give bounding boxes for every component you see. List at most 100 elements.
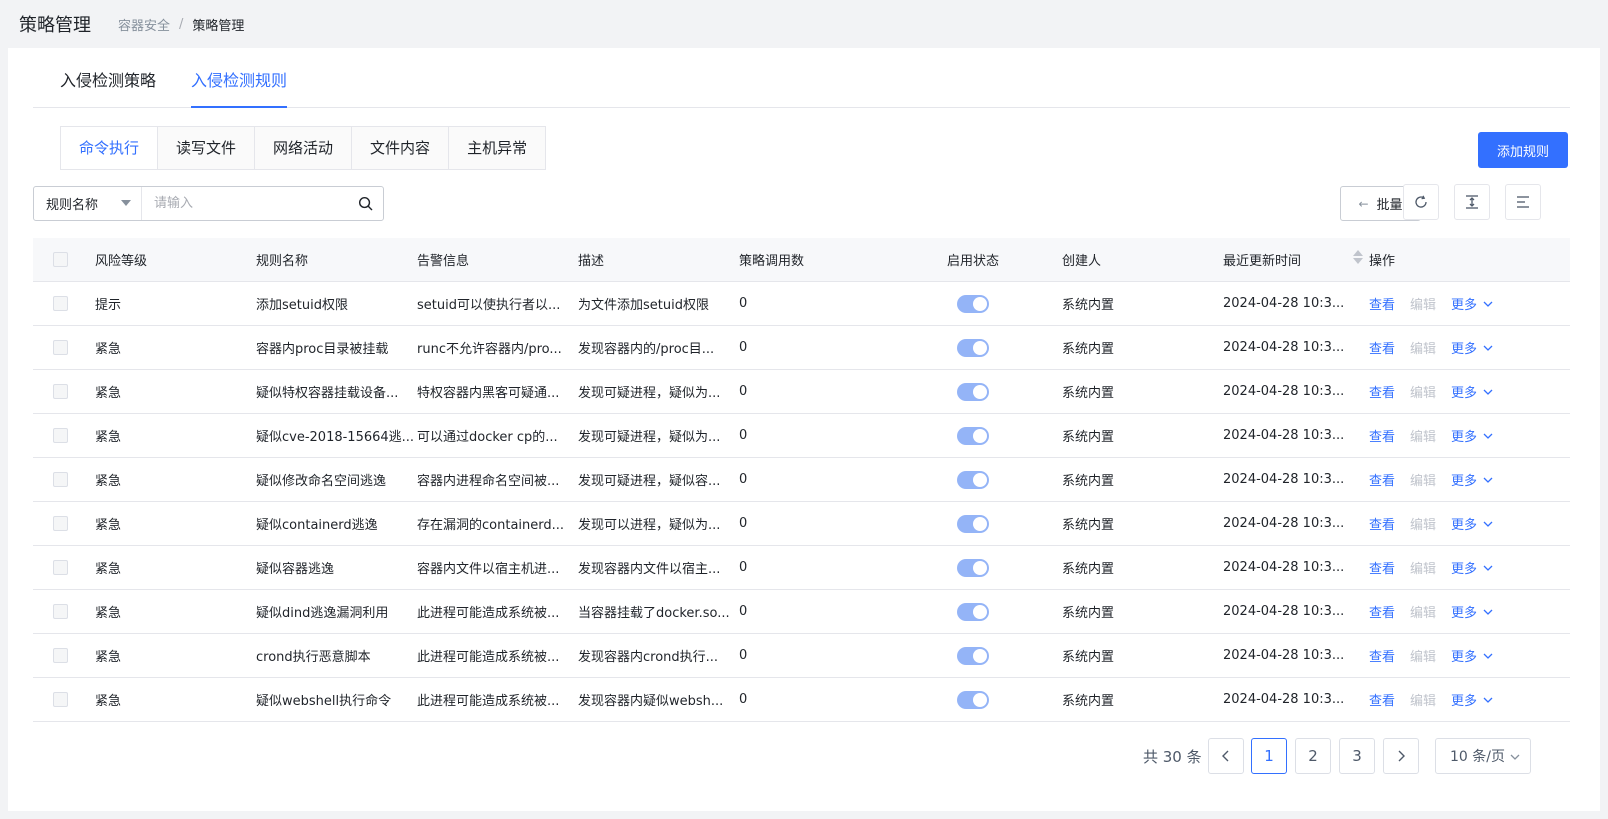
- more-dropdown[interactable]: 更多: [1451, 426, 1493, 445]
- more-dropdown[interactable]: 更多: [1451, 602, 1493, 621]
- row-checkbox[interactable]: [53, 692, 68, 707]
- rule-description: 发现容器内crond执行...: [578, 650, 719, 665]
- chevron-down-icon: [1483, 653, 1493, 659]
- view-link[interactable]: 查看: [1369, 690, 1395, 709]
- prev-page-button[interactable]: [1208, 738, 1244, 774]
- next-page-button[interactable]: [1383, 738, 1419, 774]
- table-row: 紧急 疑似修改命名空间逃逸 容器内进程命名空间被... 发现可疑进程，疑似容... 0 系…: [33, 458, 1570, 502]
- view-link[interactable]: 查看: [1369, 470, 1395, 489]
- ops-cell: 查看 编辑 更多: [1369, 514, 1529, 533]
- row-checkbox[interactable]: [53, 428, 68, 443]
- edit-link: 编辑: [1410, 474, 1437, 489]
- row-checkbox[interactable]: [53, 516, 68, 531]
- view-link[interactable]: 查看: [1369, 338, 1395, 357]
- edit-link: 编辑: [1410, 606, 1437, 621]
- page-title: 策略管理: [19, 15, 91, 36]
- enable-toggle[interactable]: [957, 382, 989, 401]
- col-ops: 操作: [1369, 254, 1396, 269]
- enable-toggle[interactable]: [957, 470, 989, 489]
- table-row: 紧急 crond执行恶意脚本 此进程可能造成系统被... 发现容器内crond执行..…: [33, 634, 1570, 678]
- status-cell: [947, 558, 1062, 577]
- column-settings-button[interactable]: [1505, 184, 1541, 220]
- subtab-file-content[interactable]: 文件内容: [352, 127, 450, 169]
- creator: 系统内置: [1062, 386, 1115, 401]
- row-checkbox[interactable]: [53, 648, 68, 663]
- view-link[interactable]: 查看: [1369, 646, 1395, 665]
- more-dropdown[interactable]: 更多: [1451, 646, 1493, 665]
- enable-toggle[interactable]: [957, 426, 989, 445]
- creator: 系统内置: [1062, 298, 1115, 313]
- chevron-down-icon: [1483, 477, 1493, 483]
- search-input[interactable]: [142, 187, 347, 220]
- more-dropdown[interactable]: 更多: [1451, 514, 1493, 533]
- rule-description: 发现容器内的/proc目...: [578, 342, 715, 357]
- page-2-button[interactable]: 2: [1295, 738, 1331, 774]
- status-cell: [947, 602, 1062, 621]
- row-checkbox[interactable]: [53, 472, 68, 487]
- enable-toggle[interactable]: [957, 558, 989, 577]
- row-checkbox[interactable]: [53, 340, 68, 355]
- more-dropdown[interactable]: 更多: [1451, 690, 1493, 709]
- status-cell: [947, 646, 1062, 665]
- row-checkbox-cell: [33, 340, 95, 355]
- enable-toggle[interactable]: [957, 338, 989, 357]
- subtab-network[interactable]: 网络活动: [255, 127, 353, 169]
- alert-info: 特权容器内黑客可疑通...: [417, 386, 560, 401]
- page-size-label: 10 条/页: [1450, 749, 1505, 765]
- edit-link: 编辑: [1410, 298, 1437, 313]
- refresh-button[interactable]: [1403, 184, 1439, 220]
- view-link[interactable]: 查看: [1369, 514, 1395, 533]
- creator: 系统内置: [1062, 650, 1115, 665]
- subtab-host-anomaly[interactable]: 主机异常: [449, 127, 546, 169]
- more-label: 更多: [1451, 606, 1478, 621]
- enable-toggle[interactable]: [957, 690, 989, 709]
- subtab-file-rw[interactable]: 读写文件: [158, 127, 256, 169]
- ops-cell: 查看 编辑 更多: [1369, 382, 1529, 401]
- more-dropdown[interactable]: 更多: [1451, 558, 1493, 577]
- enable-toggle[interactable]: [957, 294, 989, 313]
- enable-toggle[interactable]: [957, 514, 989, 533]
- col-time[interactable]: 最近更新时间: [1223, 250, 1369, 269]
- view-link[interactable]: 查看: [1369, 294, 1395, 313]
- more-dropdown[interactable]: 更多: [1451, 470, 1493, 489]
- more-label: 更多: [1451, 518, 1478, 533]
- search-field-select[interactable]: 规则名称: [34, 187, 142, 220]
- view-link[interactable]: 查看: [1369, 558, 1395, 577]
- add-rule-button[interactable]: 添加规则: [1478, 132, 1568, 168]
- sort-icon[interactable]: [1353, 250, 1363, 264]
- policy-call-count: 0: [739, 384, 748, 399]
- row-checkbox[interactable]: [53, 560, 68, 575]
- density-button[interactable]: [1454, 184, 1490, 220]
- more-dropdown[interactable]: 更多: [1451, 382, 1493, 401]
- col-creator: 创建人: [1062, 254, 1102, 269]
- col-status: 启用状态: [947, 254, 1000, 269]
- rule-name: 添加setuid权限: [256, 298, 348, 313]
- ops-cell: 查看 编辑 更多: [1369, 690, 1529, 709]
- page-3-button[interactable]: 3: [1339, 738, 1375, 774]
- search-icon[interactable]: [347, 187, 383, 220]
- ops-cell: 查看 编辑 更多: [1369, 338, 1529, 357]
- more-dropdown[interactable]: 更多: [1451, 338, 1493, 357]
- row-checkbox[interactable]: [53, 384, 68, 399]
- view-link[interactable]: 查看: [1369, 426, 1395, 445]
- row-checkbox[interactable]: [53, 296, 68, 311]
- row-checkbox-cell: [33, 560, 95, 575]
- row-checkbox[interactable]: [53, 604, 68, 619]
- creator: 系统内置: [1062, 694, 1115, 709]
- view-link[interactable]: 查看: [1369, 602, 1395, 621]
- view-link[interactable]: 查看: [1369, 382, 1395, 401]
- risk-level: 紧急: [95, 694, 122, 709]
- enable-toggle[interactable]: [957, 646, 989, 665]
- select-all-checkbox[interactable]: [53, 252, 68, 267]
- row-checkbox-cell: [33, 648, 95, 663]
- edit-link: 编辑: [1410, 650, 1437, 665]
- tab-intrusion-policy[interactable]: 入侵检测策略: [60, 48, 156, 108]
- tab-intrusion-rules[interactable]: 入侵检测规则: [191, 48, 288, 108]
- breadcrumb-item-container-security[interactable]: 容器安全: [118, 15, 170, 34]
- rule-name: crond执行恶意脚本: [256, 650, 371, 665]
- more-dropdown[interactable]: 更多: [1451, 294, 1493, 313]
- page-1-button[interactable]: 1: [1251, 738, 1287, 774]
- page-size-select[interactable]: 10 条/页: [1435, 738, 1531, 774]
- subtab-command-exec[interactable]: 命令执行: [61, 127, 159, 169]
- enable-toggle[interactable]: [957, 602, 989, 621]
